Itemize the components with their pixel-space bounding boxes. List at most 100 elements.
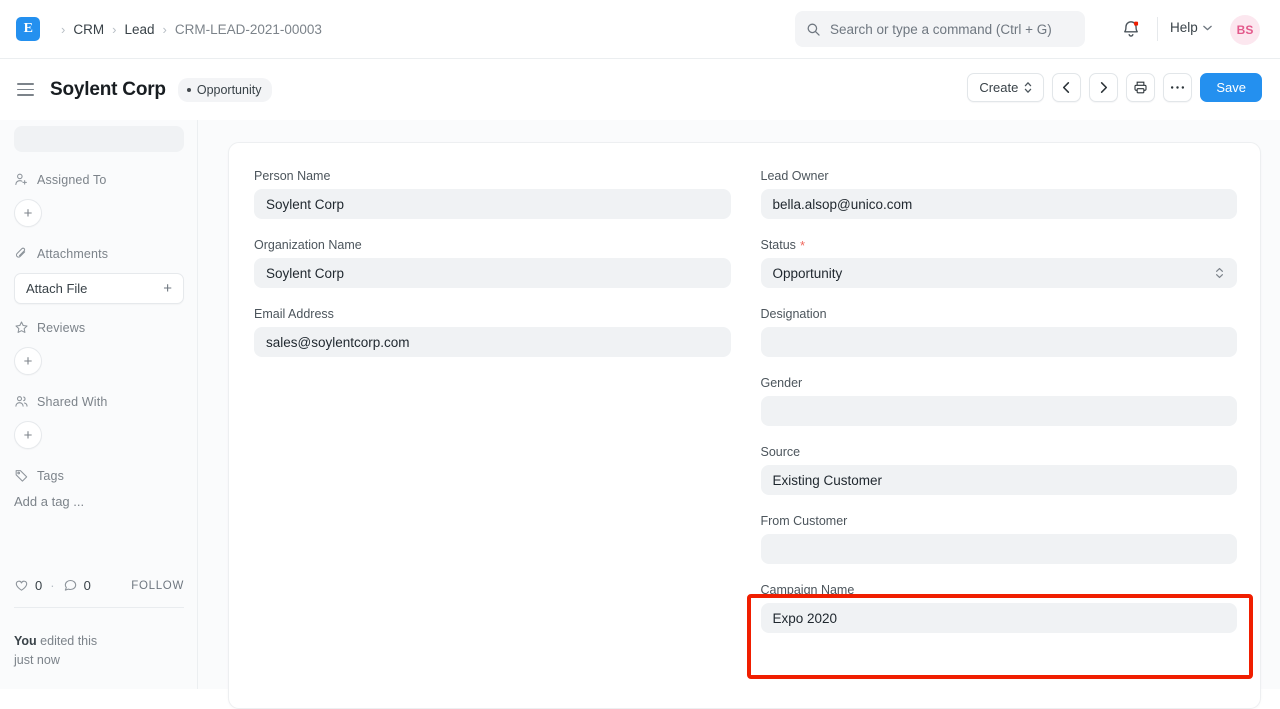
breadcrumb-item-current: CRM-LEAD-2021-00003 — [175, 22, 322, 37]
shared-with-label: Shared With — [37, 395, 107, 409]
add-assignee-button[interactable]: + — [14, 199, 42, 227]
comment-count: 0 — [84, 578, 91, 593]
sidebar-right-border — [197, 120, 198, 689]
sidebar-divider-line — [14, 607, 184, 608]
document-sidebar: Assigned To + Attachments Attach File + — [0, 120, 198, 689]
print-button[interactable] — [1126, 73, 1155, 102]
add-review-button[interactable]: + — [14, 347, 42, 375]
tags-header: Tags — [14, 468, 84, 483]
field-source: Source Existing Customer — [761, 445, 1238, 495]
field-from-customer: From Customer — [761, 514, 1238, 564]
plus-icon: + — [163, 280, 172, 297]
ellipsis-icon — [1170, 85, 1185, 90]
status-select[interactable]: Opportunity — [761, 258, 1238, 288]
help-label: Help — [1170, 20, 1198, 35]
field-label: Campaign Name — [761, 583, 1238, 597]
status-badge-label: Opportunity — [197, 83, 262, 97]
sidebar-scrolled-field[interactable] — [14, 126, 184, 152]
bell-icon[interactable] — [1120, 18, 1142, 40]
campaign-name-input[interactable]: Expo 2020 — [761, 603, 1238, 633]
more-options-button[interactable] — [1163, 73, 1192, 102]
required-asterisk: * — [800, 239, 805, 252]
sidebar-section-reviews: Reviews + — [14, 320, 85, 375]
paperclip-icon — [14, 246, 29, 261]
chevron-left-icon — [1060, 81, 1073, 94]
breadcrumb-item-lead[interactable]: Lead — [124, 22, 154, 37]
field-label: Source — [761, 445, 1238, 459]
hamburger-icon[interactable] — [17, 83, 34, 96]
lead-owner-input[interactable]: bella.alsop@unico.com — [761, 189, 1238, 219]
attach-file-button[interactable]: Attach File + — [14, 273, 184, 304]
add-share-button[interactable]: + — [14, 421, 42, 449]
updown-chevron-icon — [1215, 267, 1224, 280]
prev-record-button[interactable] — [1052, 73, 1081, 102]
page-title: Soylent Corp — [50, 79, 166, 101]
organization-name-input[interactable]: Soylent Corp — [254, 258, 731, 288]
search-placeholder: Search or type a command (Ctrl + G) — [830, 22, 1052, 37]
attachments-label: Attachments — [37, 247, 108, 261]
sidebar-section-assigned-to: Assigned To + — [14, 172, 107, 227]
breadcrumb-item-crm[interactable]: CRM — [73, 22, 104, 37]
field-email-address: Email Address sales@soylentcorp.com — [254, 307, 731, 357]
tag-icon — [14, 468, 29, 483]
attach-file-label: Attach File — [26, 281, 87, 296]
gender-input[interactable] — [761, 396, 1238, 426]
field-label: Status * — [761, 238, 1238, 252]
field-status: Status * Opportunity — [761, 238, 1238, 288]
chevron-right-icon: › — [162, 22, 166, 37]
status-label-text: Status — [761, 238, 796, 252]
workspace: Assigned To + Attachments Attach File + — [0, 120, 1280, 689]
field-label: Designation — [761, 307, 1238, 321]
search-input[interactable]: Search or type a command (Ctrl + G) — [795, 11, 1085, 47]
field-organization-name: Organization Name Soylent Corp — [254, 238, 731, 288]
status-badge[interactable]: Opportunity — [178, 78, 273, 102]
field-person-name: Person Name Soylent Corp — [254, 169, 731, 219]
field-label: Gender — [761, 376, 1238, 390]
updown-chevron-icon — [1024, 81, 1032, 94]
heart-icon — [14, 578, 29, 593]
app-logo-letter: E — [24, 21, 33, 37]
field-label: Person Name — [254, 169, 731, 183]
field-designation: Designation — [761, 307, 1238, 357]
chevron-down-icon — [1203, 25, 1212, 31]
last-edited-who: You — [14, 634, 37, 648]
help-menu[interactable]: Help — [1170, 20, 1212, 35]
page-header: Soylent Corp Opportunity Create — [0, 59, 1280, 120]
attachments-header: Attachments — [14, 246, 184, 261]
sidebar-stats: 0 · 0 FOLLOW — [14, 578, 184, 593]
reviews-label: Reviews — [37, 321, 85, 335]
sidebar-section-shared-with: Shared With + — [14, 394, 107, 449]
status-dot-icon — [187, 88, 191, 92]
designation-input[interactable] — [761, 327, 1238, 357]
shared-with-header: Shared With — [14, 394, 107, 409]
assigned-to-label: Assigned To — [37, 173, 107, 187]
last-edited-info: You edited this just now — [14, 632, 192, 671]
user-avatar[interactable]: BS — [1230, 15, 1260, 45]
form-columns: Person Name Soylent Corp Organization Na… — [229, 143, 1262, 652]
lead-form-card: Person Name Soylent Corp Organization Na… — [228, 142, 1261, 709]
field-lead-owner: Lead Owner bella.alsop@unico.com — [761, 169, 1238, 219]
field-label: Email Address — [254, 307, 731, 321]
field-label: Lead Owner — [761, 169, 1238, 183]
sidebar-section-attachments: Attachments Attach File + — [14, 246, 184, 304]
last-edited-action: edited this — [37, 634, 97, 648]
source-input[interactable]: Existing Customer — [761, 465, 1238, 495]
last-edited-when: just now — [14, 653, 60, 667]
email-address-input[interactable]: sales@soylentcorp.com — [254, 327, 731, 357]
app-logo[interactable]: E — [16, 17, 40, 41]
from-customer-input[interactable] — [761, 534, 1238, 564]
like-stat[interactable]: 0 — [14, 578, 42, 593]
comment-stat[interactable]: 0 — [63, 578, 91, 593]
navbar-divider — [1157, 17, 1158, 41]
follow-button[interactable]: FOLLOW — [131, 580, 184, 592]
next-record-button[interactable] — [1089, 73, 1118, 102]
star-icon — [14, 320, 29, 335]
field-label: Organization Name — [254, 238, 731, 252]
save-button-label: Save — [1216, 80, 1246, 95]
save-button[interactable]: Save — [1200, 73, 1262, 102]
create-button[interactable]: Create — [967, 73, 1044, 102]
add-tag-input[interactable]: Add a tag ... — [14, 494, 84, 509]
person-name-input[interactable]: Soylent Corp — [254, 189, 731, 219]
breadcrumb: › CRM › Lead › CRM-LEAD-2021-00003 — [53, 22, 322, 37]
form-left-column: Person Name Soylent Corp Organization Na… — [254, 169, 731, 652]
